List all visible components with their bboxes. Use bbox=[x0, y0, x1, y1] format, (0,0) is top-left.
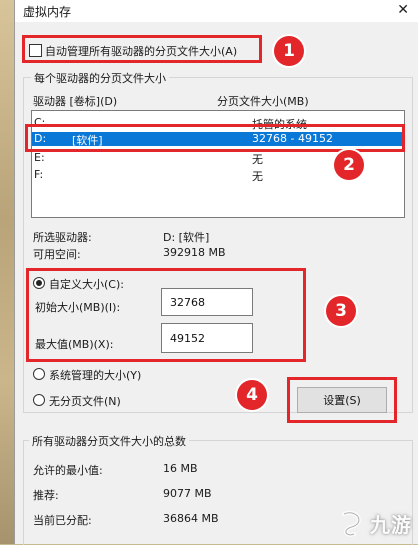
selected-drive-label: 所选驱动器: bbox=[33, 231, 92, 244]
watermark: 九游 bbox=[336, 508, 412, 538]
callout-box-3 bbox=[26, 268, 306, 362]
callout-badge-2: 2 bbox=[334, 150, 364, 180]
close-icon[interactable]: ✕ bbox=[397, 2, 409, 18]
free-space-value: 392918 MB bbox=[163, 246, 226, 259]
free-space-label: 可用空间: bbox=[33, 248, 81, 261]
drive-letter: F: bbox=[34, 168, 44, 181]
window-title: 虚拟内存 bbox=[23, 5, 72, 19]
column-header-size[interactable]: 分页文件大小(MB) bbox=[217, 93, 309, 109]
totals-group-title: 所有驱动器分页文件大小的总数 bbox=[29, 433, 189, 449]
no-paging-radio[interactable] bbox=[33, 394, 45, 406]
callout-badge-4: 4 bbox=[237, 380, 267, 410]
title-bar: 虚拟内存 ✕ bbox=[15, 0, 418, 22]
recommended-value: 9077 MB bbox=[163, 487, 212, 500]
callout-box-2 bbox=[25, 124, 405, 152]
callout-box-4 bbox=[287, 377, 397, 423]
current-allocated-label: 当前已分配: bbox=[33, 514, 92, 527]
watermark-text: 九游 bbox=[370, 512, 412, 537]
recommended-label: 推荐: bbox=[33, 489, 59, 502]
min-allowed-value: 16 MB bbox=[163, 462, 198, 475]
drive-size: 无 bbox=[252, 170, 263, 183]
callout-badge-3: 3 bbox=[326, 296, 356, 326]
selected-drive-value: D: [软件] bbox=[163, 231, 210, 244]
min-allowed-label: 允许的最小值: bbox=[33, 464, 103, 477]
drive-size: 无 bbox=[252, 153, 263, 166]
callout-box-1 bbox=[22, 35, 262, 63]
callout-badge-1: 1 bbox=[274, 36, 304, 66]
system-managed-radio[interactable] bbox=[33, 368, 45, 380]
no-paging-label: 无分页文件(N) bbox=[49, 395, 121, 408]
watermark-logo-icon bbox=[342, 510, 361, 537]
drive-letter: E: bbox=[34, 151, 45, 164]
per-drive-group-title: 每个驱动器的分页文件大小 bbox=[31, 70, 169, 86]
system-managed-label: 系统管理的大小(Y) bbox=[49, 369, 142, 382]
column-header-drive[interactable]: 驱动器 [卷标](D) bbox=[33, 93, 117, 109]
current-allocated-value: 36864 MB bbox=[163, 512, 219, 525]
